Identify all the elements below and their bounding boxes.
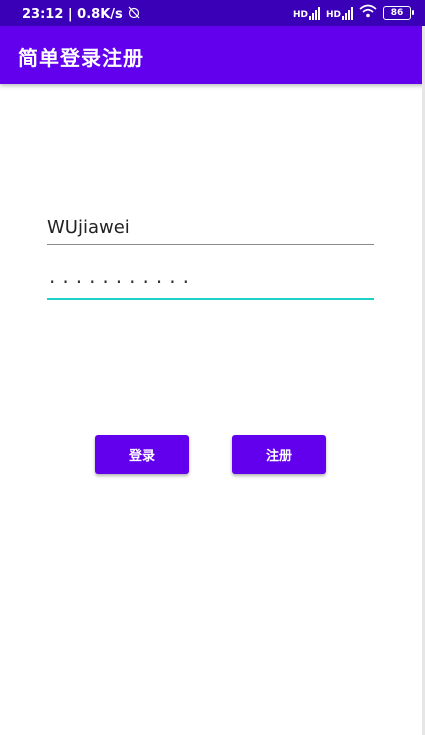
login-button[interactable]: 登录 [95,435,189,474]
status-right: HD HD 86 [293,4,414,21]
status-time: 23:12 | 0.8K/s [22,6,123,22]
password-field[interactable]: ··········· [47,270,374,300]
signal-icon [308,6,320,20]
status-bar: 23:12 | 0.8K/s HD HD 86 [0,0,425,26]
username-field[interactable]: WUjiawei [47,214,374,245]
login-button-label: 登录 [128,449,155,464]
password-input[interactable]: ··········· [47,270,374,294]
sim2-hd-label: HD [325,9,341,20]
alarm-off-icon [127,5,141,23]
battery-icon: 86 [383,5,414,20]
sim2-signal: HD [326,6,353,20]
wifi-icon [359,4,377,21]
app-title: 简单登录注册 [18,46,144,70]
battery-level: 86 [390,7,404,18]
sim1-signal: HD [293,6,320,20]
signal-icon [342,6,353,20]
register-button-label: 注册 [265,449,292,464]
status-left: 23:12 | 0.8K/s [22,5,141,23]
username-input[interactable]: WUjiawei [47,214,374,242]
app-bar: 简单登录注册 [0,26,425,84]
sim1-hd-label: HD [292,9,308,20]
register-button[interactable]: 注册 [232,435,326,474]
